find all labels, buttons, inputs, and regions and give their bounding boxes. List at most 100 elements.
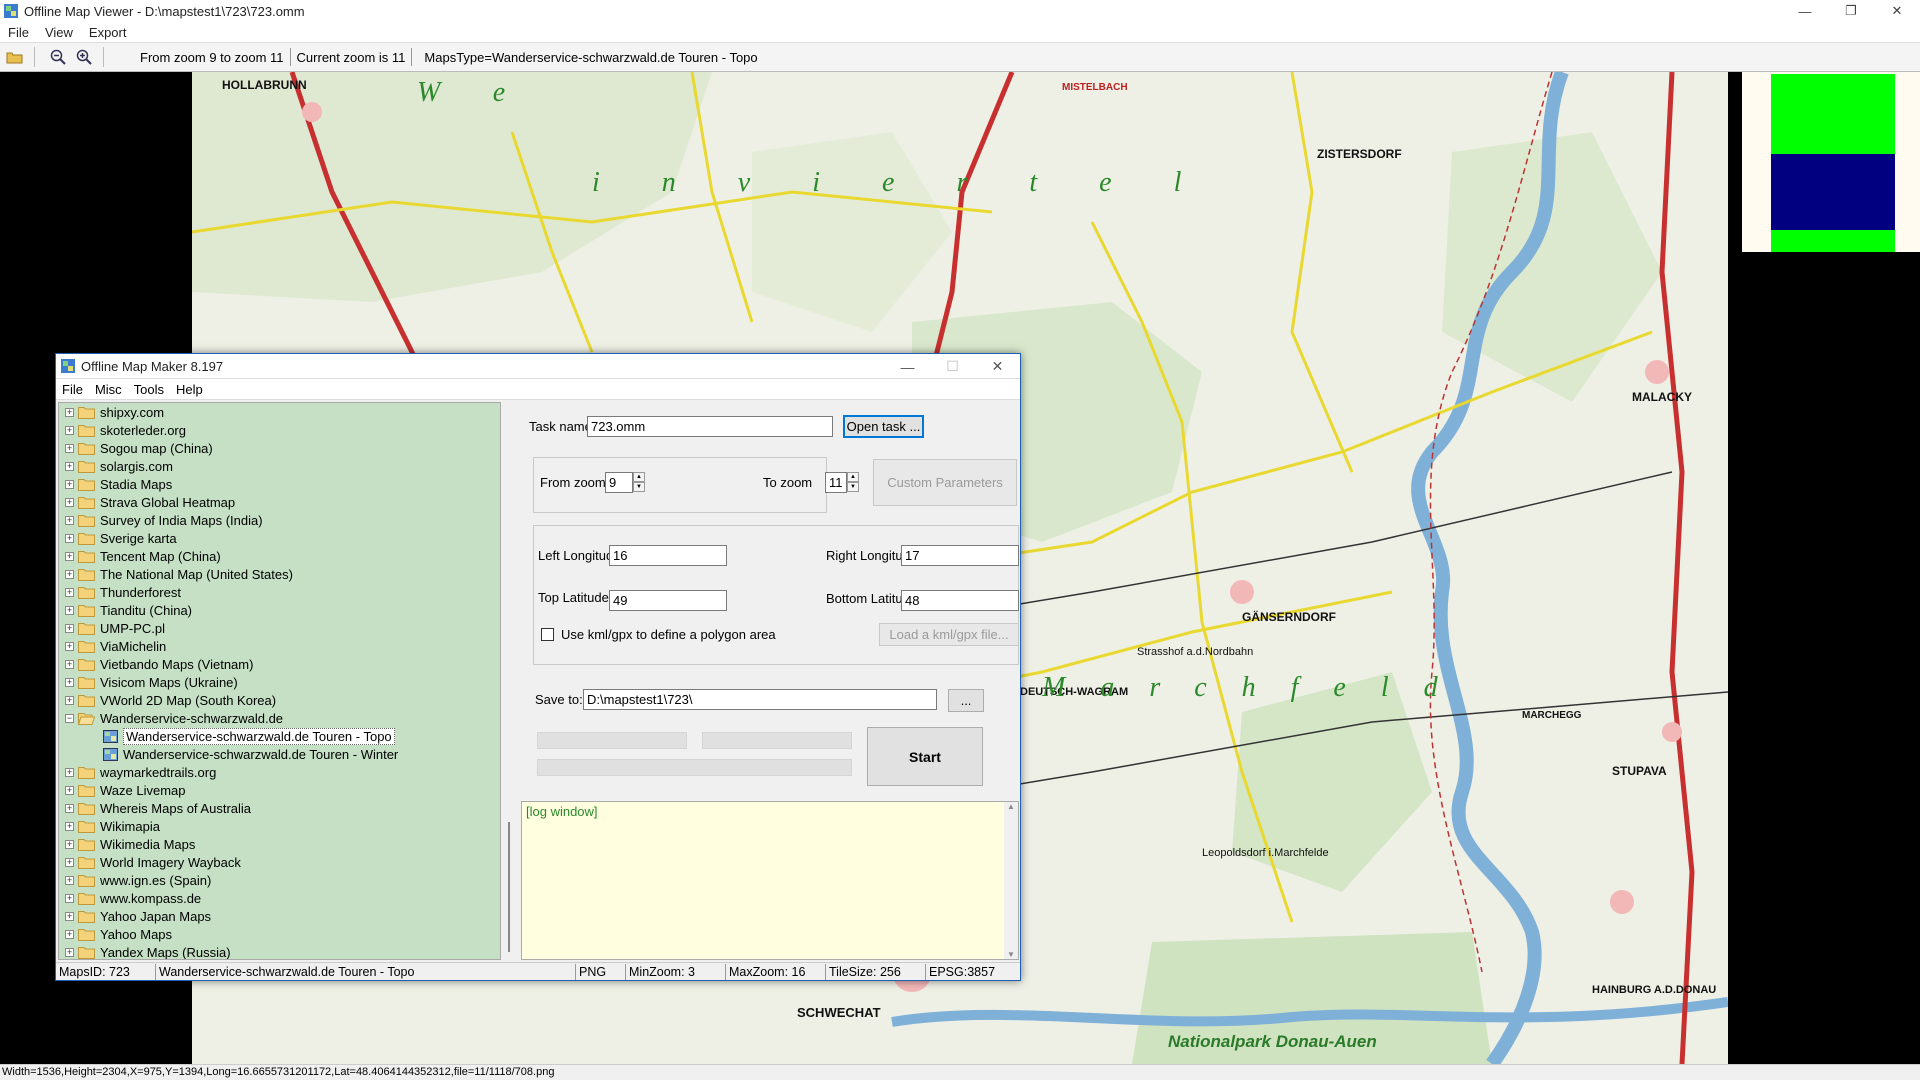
tree-item[interactable]: + Wikimedia Maps [59,835,500,853]
expand-icon[interactable]: + [65,407,74,417]
collapse-icon[interactable]: − [65,713,74,723]
tree-item[interactable]: + Whereis Maps of Australia [59,799,500,817]
top-latitude-input[interactable]: 49 [609,590,727,611]
dialog-menu-help[interactable]: Help [170,382,209,397]
expand-icon[interactable]: + [65,515,74,525]
expand-icon[interactable]: + [65,929,74,939]
browse-button[interactable]: ... [948,689,984,712]
menu-view[interactable]: View [37,25,81,40]
expand-icon[interactable]: + [65,875,74,885]
kml-checkbox[interactable] [541,628,554,641]
expand-icon[interactable]: + [65,659,74,669]
expand-icon[interactable]: + [65,785,74,795]
task-name-input[interactable]: 723.omm [587,416,833,437]
tree-item[interactable]: + www.kompass.de [59,889,500,907]
tree-item[interactable]: + UMP-PC.pl [59,619,500,637]
menu-export[interactable]: Export [81,25,135,40]
expand-icon[interactable]: + [65,587,74,597]
expand-icon[interactable]: + [65,821,74,831]
tree-item[interactable]: + Waze Livemap [59,781,500,799]
open-task-button[interactable]: Open task ... [843,415,924,438]
log-window[interactable]: [log window] ▲ ▼ [521,801,1019,960]
save-to-input[interactable]: D:\mapstest1\723\ [583,689,937,710]
expand-icon[interactable]: + [65,677,74,687]
tree-item[interactable]: + Strava Global Heatmap [59,493,500,511]
bottom-latitude-input[interactable]: 48 [901,590,1019,611]
expand-icon[interactable]: + [65,893,74,903]
load-kml-button[interactable]: Load a kml/gpx file... [879,623,1019,646]
tree-item[interactable]: + waymarkedtrails.org [59,763,500,781]
menu-file[interactable]: File [0,25,37,40]
tree-item[interactable]: + Wikimapia [59,817,500,835]
expand-icon[interactable]: + [65,533,74,543]
overview-panel[interactable] [1742,72,1920,252]
tree-item[interactable]: + Yahoo Japan Maps [59,907,500,925]
custom-parameters-button[interactable]: Custom Parameters [873,459,1017,506]
tree-item[interactable]: + Vietbando Maps (Vietnam) [59,655,500,673]
start-button[interactable]: Start [867,727,983,786]
from-zoom-input[interactable]: 9 [605,472,633,493]
dialog-maximize-button[interactable]: ☐ [930,354,975,379]
to-zoom-spinner[interactable]: ▲ ▼ [847,472,859,493]
expand-icon[interactable]: + [65,641,74,651]
left-longitude-input[interactable]: 16 [609,545,727,566]
tree-item[interactable]: + World Imagery Wayback [59,853,500,871]
minimize-button[interactable]: — [1782,0,1828,22]
tree-item-label: Yahoo Japan Maps [100,908,212,924]
expand-icon[interactable]: + [65,803,74,813]
expand-icon[interactable]: + [65,857,74,867]
tree-child-item[interactable]: Wanderservice-schwarzwald.de Touren - Wi… [59,745,500,763]
dialog-menu-file[interactable]: File [56,382,89,397]
expand-icon[interactable]: + [65,767,74,777]
dialog-minimize-button[interactable]: — [885,354,930,379]
tree-item[interactable]: + VWorld 2D Map (South Korea) [59,691,500,709]
expand-icon[interactable]: + [65,695,74,705]
from-zoom-spinner[interactable]: ▲ ▼ [633,472,645,493]
expand-icon[interactable]: + [65,569,74,579]
log-scrollbar[interactable]: ▲ ▼ [1004,802,1018,959]
tree-scrollbar[interactable] [502,402,516,960]
tree-item[interactable]: + Tianditu (China) [59,601,500,619]
tree-item[interactable]: + Thunderforest [59,583,500,601]
tree-item-label: Yahoo Maps [100,926,173,942]
to-zoom-input[interactable]: 11 [825,472,847,493]
zoom-out-icon[interactable] [47,46,69,68]
close-button[interactable]: ✕ [1874,0,1920,22]
open-folder-icon[interactable] [4,46,26,68]
tree-child-item[interactable]: Wanderservice-schwarzwald.de Touren - To… [59,727,500,745]
expand-icon[interactable]: + [65,947,74,957]
tree-item[interactable]: + Sogou map (China) [59,439,500,457]
tree-item[interactable]: + Tencent Map (China) [59,547,500,565]
tree-item[interactable]: + The National Map (United States) [59,565,500,583]
tree-item[interactable]: + ViaMichelin [59,637,500,655]
map-source-tree[interactable]: + shipxy.com + skoterleder.org + Sogou map (C… [58,402,501,960]
expand-icon[interactable]: + [65,425,74,435]
expand-icon[interactable]: + [65,461,74,471]
tree-item[interactable]: + Yahoo Maps [59,925,500,943]
max-zoom-text: MaxZoom: 16 [726,963,826,980]
zoom-in-icon[interactable] [73,46,95,68]
tree-item[interactable]: + shipxy.com [59,403,500,421]
right-longitude-input[interactable]: 17 [901,545,1019,566]
tree-item-expanded[interactable]: − Wanderservice-schwarzwald.de [59,709,500,727]
tree-item[interactable]: + solargis.com [59,457,500,475]
tree-item[interactable]: + Sverige karta [59,529,500,547]
expand-icon[interactable]: + [65,479,74,489]
restore-button[interactable]: ❐ [1828,0,1874,22]
expand-icon[interactable]: + [65,551,74,561]
expand-icon[interactable]: + [65,911,74,921]
tree-item[interactable]: + skoterleder.org [59,421,500,439]
expand-icon[interactable]: + [65,497,74,507]
dialog-menu-misc[interactable]: Misc [89,382,128,397]
dialog-menu-tools[interactable]: Tools [128,382,170,397]
tree-item[interactable]: + www.ign.es (Spain) [59,871,500,889]
tree-item[interactable]: + Yandex Maps (Russia) [59,943,500,959]
tree-item[interactable]: + Visicom Maps (Ukraine) [59,673,500,691]
expand-icon[interactable]: + [65,839,74,849]
expand-icon[interactable]: + [65,623,74,633]
dialog-close-button[interactable]: ✕ [975,354,1020,379]
expand-icon[interactable]: + [65,605,74,615]
tree-item[interactable]: + Survey of India Maps (India) [59,511,500,529]
tree-item[interactable]: + Stadia Maps [59,475,500,493]
expand-icon[interactable]: + [65,443,74,453]
